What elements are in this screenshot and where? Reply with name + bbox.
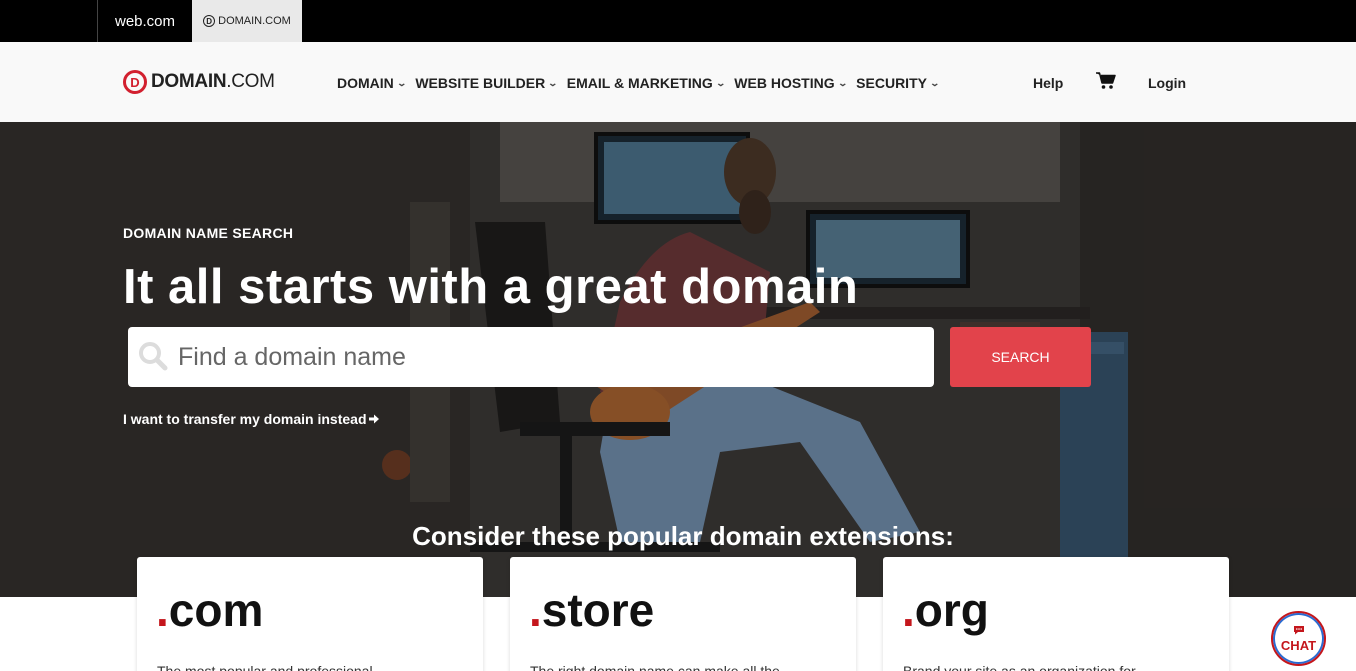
chevron-down-icon: ⌄ xyxy=(715,77,726,88)
nav-item-website-builder[interactable]: WEBSITE BUILDER ⌄ xyxy=(415,75,559,91)
hero-section: DOMAIN NAME SEARCH It all starts with a … xyxy=(0,122,1356,597)
hero-title: It all starts with a great domain xyxy=(123,260,859,314)
nav-item-label: EMAIL & MARKETING xyxy=(566,75,713,91)
nav-item-label: WEB HOSTING xyxy=(734,75,835,91)
chevron-down-icon: ⌄ xyxy=(837,77,848,88)
extension-card-store[interactable]: .store The right domain name can make al… xyxy=(510,557,856,671)
brand-tab-domaincom[interactable]: D DOMAIN.COM xyxy=(192,0,302,42)
brand-tab-label: DOMAIN.COM xyxy=(218,15,291,27)
chat-bubble-icon xyxy=(1293,625,1304,634)
extensions-heading: Consider these popular domain extensions… xyxy=(412,521,954,551)
chevron-down-icon: ⌄ xyxy=(547,77,559,88)
search-icon xyxy=(139,342,168,371)
nav-item-web-hosting[interactable]: WEB HOSTING ⌄ xyxy=(734,75,848,91)
nav-item-label: DOMAIN xyxy=(337,75,394,91)
brand-tab-label: web.com xyxy=(114,12,176,30)
domain-search-box xyxy=(128,327,934,387)
extension-card-org[interactable]: .org Brand your site as an organization … xyxy=(883,557,1229,671)
domain-logo-icon: D xyxy=(203,15,216,27)
chevron-down-icon: ⌄ xyxy=(929,77,941,88)
nav-item-domain[interactable]: DOMAIN ⌄ xyxy=(337,75,407,91)
domain-search-input[interactable] xyxy=(178,337,918,377)
hero-eyebrow: DOMAIN NAME SEARCH xyxy=(123,225,294,241)
chat-label: CHAT xyxy=(1280,637,1317,653)
extension-description: Brand your site as an organization for xyxy=(903,663,1136,671)
transfer-link-label: I want to transfer my domain instead xyxy=(123,411,367,427)
arrow-right-icon xyxy=(368,414,379,424)
search-button[interactable]: SEARCH xyxy=(950,327,1091,387)
nav-item-label: SECURITY xyxy=(856,75,927,91)
nav-menu: DOMAIN ⌄ WEBSITE BUILDER ⌄ EMAIL & MARKETI… xyxy=(337,75,941,91)
main-navigation: D DOMAIN.COM DOMAIN ⌄ WEBSITE BUILDER ⌄ EM… xyxy=(0,42,1356,122)
extension-card-com[interactable]: .com The most popular and professional xyxy=(137,557,483,671)
chat-button[interactable]: CHAT xyxy=(1271,611,1326,666)
nav-item-label: WEBSITE BUILDER xyxy=(415,75,546,91)
extension-description: The most popular and professional xyxy=(157,663,373,671)
logo-text: DOMAIN.COM xyxy=(151,71,275,92)
transfer-domain-link[interactable]: I want to transfer my domain instead xyxy=(123,411,380,427)
help-link[interactable]: Help xyxy=(1033,75,1063,91)
extension-name: .org xyxy=(902,584,989,636)
site-logo[interactable]: D DOMAIN.COM xyxy=(123,70,275,94)
extension-name: .store xyxy=(529,584,655,636)
extension-name: .com xyxy=(156,584,264,636)
logo-icon: D xyxy=(123,70,147,94)
extension-description: The right domain name can make all the xyxy=(530,663,780,671)
login-link[interactable]: Login xyxy=(1148,75,1186,91)
nav-item-security[interactable]: SECURITY ⌄ xyxy=(856,75,941,91)
shopping-cart-icon[interactable] xyxy=(1096,72,1116,90)
brand-tab-webcom[interactable]: web.com xyxy=(97,0,192,42)
brand-switcher-bar: web.com D DOMAIN.COM xyxy=(0,0,1356,42)
chevron-down-icon: ⌄ xyxy=(396,77,407,88)
nav-item-email-marketing[interactable]: EMAIL & MARKETING ⌄ xyxy=(566,75,726,91)
